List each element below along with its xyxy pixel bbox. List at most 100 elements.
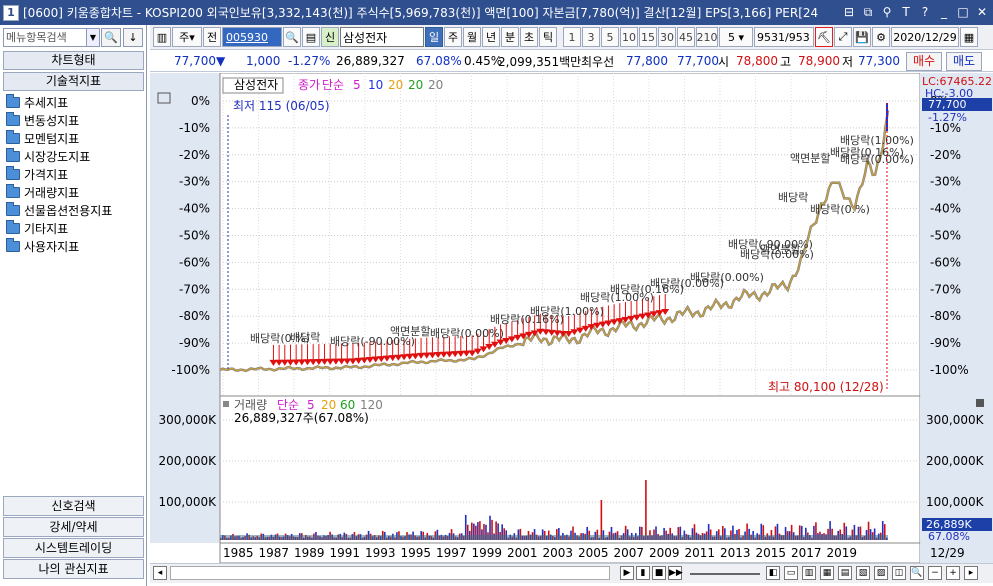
speed-slider[interactable] [690,573,760,575]
signal-search-button[interactable]: 신호검색 [3,496,144,516]
credit-button[interactable]: 신 [321,27,339,47]
price-ytick-left: -20% [179,148,210,162]
stop-icon[interactable]: ■ [652,566,666,580]
sell-button[interactable]: 매도 [946,52,982,71]
help-icon[interactable]: ? [918,4,932,20]
tree-item[interactable]: 가격지표 [6,165,144,183]
arrow-down-icon[interactable]: ↓ [123,28,143,47]
tool-icon-c[interactable]: ▦ [820,566,834,580]
chevron-down-icon[interactable]: ▼ [86,28,100,47]
close-pane-icon[interactable] [976,399,984,407]
vol-right-rate: 67.08% [928,530,970,543]
folder-icon [6,183,20,198]
interval-45[interactable]: 45 [677,27,695,47]
interval-15[interactable]: 15 [639,27,657,47]
link-icon[interactable]: ⚲ [880,4,894,20]
tree-item[interactable]: 변동성지표 [6,111,144,129]
interval-30[interactable]: 30 [658,27,676,47]
toggle-icon[interactable]: ◧ [766,566,780,580]
interval-1[interactable]: 1 [563,27,581,47]
tool-icon-f[interactable]: ▨ [874,566,888,580]
period-year[interactable]: 년 [482,27,500,47]
date-input[interactable]: 2020/12/29 [891,27,959,47]
restore-layout-icon[interactable]: ⊟ [842,4,856,20]
zoom-out-icon[interactable]: − [928,566,942,580]
interval-210[interactable]: 210 [696,27,718,47]
tree-item[interactable]: 사용자지표 [6,237,144,255]
count-select[interactable]: 5 ▾ [719,27,753,47]
list-icon[interactable]: ▤ [302,27,320,47]
my-indicators-button[interactable]: 나의 관심지표 [3,559,144,579]
copy-window-icon[interactable]: ⧉ [861,4,875,20]
left-panel: 메뉴항목검색 ▼ 🔍 ↓ 차트형태 기술적지표 추세지표 변동성지표 모멘텀지표… [0,25,147,586]
calendar-icon[interactable]: ▦ [960,27,978,47]
system-trading-button[interactable]: 시스템트레이딩 [3,538,144,558]
period-week[interactable]: 주 [444,27,462,47]
menu-search-input[interactable]: 메뉴항목검색 [3,28,99,47]
price-ytick-left: 0% [191,94,210,108]
data-range-display: 9531/953 [754,27,814,47]
interval-3[interactable]: 3 [582,27,600,47]
price-legend-type: 단순 [322,78,344,92]
price-ytick-right: -30% [930,175,961,189]
stock-name-display: 삼성전자 [340,27,424,47]
tree-item[interactable]: 기타지표 [6,219,144,237]
chart-type-header[interactable]: 차트형태 [3,51,144,70]
strength-weakness-button[interactable]: 강세/약세 [3,517,144,537]
tool-icon-b[interactable]: ▥ [802,566,816,580]
zoom-in-icon[interactable]: + [946,566,960,580]
pause-icon[interactable]: ▮ [636,566,650,580]
scroll-track[interactable] [170,566,610,580]
all-select[interactable]: 전 [203,27,221,47]
tree-item[interactable]: 시장강도지표 [6,147,144,165]
tree-item[interactable]: 추세지표 [6,93,144,111]
price-ytick-right: -60% [930,255,961,269]
price-legend-close: 종가 [298,78,320,92]
fast-forward-icon[interactable]: ▶▶ [668,566,683,580]
scroll-left-icon[interactable]: ◂ [153,566,167,580]
interval-10[interactable]: 10 [620,27,638,47]
period-minute[interactable]: 분 [501,27,519,47]
tool-icon-g[interactable]: ◫ [892,566,906,580]
period-tick[interactable]: 틱 [539,27,557,47]
chart-canvas[interactable]: 0%0%-10%-10%-20%-20%-30%-30%-40%-40%-50%… [150,72,993,564]
close-icon[interactable]: ✕ [975,4,989,20]
tree-item[interactable]: 모멘텀지표 [6,129,144,147]
chart-scrollbar[interactable]: ◂ ▶ ▮ ■ ▶▶ ◧ ▭ ▥ ▦ ▤ ▧ ▨ ◫ 🔍 − + ▸ [150,563,993,583]
annotation-label: 배당락 [778,191,808,204]
folder-icon [6,111,20,126]
maximize-icon[interactable]: □ [956,4,970,20]
expand-icon[interactable]: ⤢ [834,27,852,47]
tool-icon-a[interactable]: ▭ [784,566,798,580]
market-select[interactable]: 주 ▾ [172,27,202,47]
period-day[interactable]: 일 [425,27,443,47]
zoom-search-icon[interactable]: 🔍 [910,566,924,580]
layout-icon[interactable]: ▥ [153,27,171,47]
play-icon[interactable]: ▶ [620,566,634,580]
save-icon[interactable]: 💾 [853,27,871,47]
minimize-icon[interactable]: _ [937,4,951,20]
tree-item[interactable]: 선물옵션전용지표 [6,201,144,219]
annotation-label: 배당락(0.00%) [690,271,764,284]
price-ytick-left: -60% [179,255,210,269]
ma-label-20a: 20 [388,78,403,92]
buy-button[interactable]: 매수 [906,52,942,71]
drawing-tool-icon[interactable]: ⛏ [815,27,833,47]
chart-area[interactable]: 0%0%-10%-10%-20%-20%-30%-30%-40%-40%-50%… [150,72,993,564]
search-icon[interactable]: 🔍 [101,28,121,47]
search-icon[interactable]: 🔍 [283,27,301,47]
text-icon[interactable]: T [899,4,913,20]
price-ytick-left: -50% [179,229,210,243]
tool-icon-d[interactable]: ▤ [838,566,852,580]
interval-5[interactable]: 5 [601,27,619,47]
period-month[interactable]: 월 [463,27,481,47]
tree-item[interactable]: 거래량지표 [6,183,144,201]
tool-icon-e[interactable]: ▧ [856,566,870,580]
tech-indicator-header[interactable]: 기술적지표 [3,72,144,91]
right-price-rate: -1.27% [928,111,967,124]
stock-code-input[interactable]: 005930 [222,27,282,47]
gear-icon[interactable]: ⚙ [872,27,890,47]
scroll-right-icon[interactable]: ▸ [964,566,978,580]
period-second[interactable]: 초 [520,27,538,47]
folder-icon [6,165,20,180]
